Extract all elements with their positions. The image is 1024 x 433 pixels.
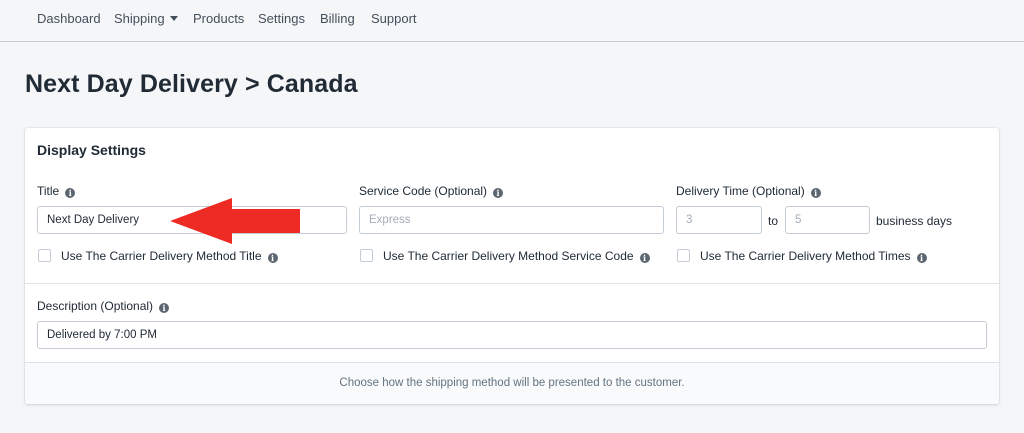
section-divider (25, 283, 999, 284)
nav-support[interactable]: Support (371, 11, 417, 26)
title-label: Title i (37, 184, 76, 198)
caret-down-icon (169, 16, 178, 21)
footer-help-text: Choose how the shipping method will be p… (339, 377, 685, 389)
card-footer: Choose how the shipping method will be p… (25, 362, 999, 404)
use-carrier-times-checkbox[interactable] (677, 249, 690, 262)
delivery-time-to-label: to (768, 214, 779, 228)
info-icon[interactable]: i (916, 253, 927, 263)
description-label-text: Description (Optional) (37, 299, 154, 313)
nav-products[interactable]: Products (193, 11, 244, 26)
business-days-label: business days (876, 214, 953, 228)
delivery-time-max-input[interactable]: 5 (785, 206, 870, 234)
delivery-time-min-input[interactable]: 3 (676, 206, 762, 234)
nav-shipping[interactable]: Shipping (114, 11, 178, 26)
service-code-label-text: Service Code (Optional) (359, 184, 488, 198)
use-carrier-times-label: Use The Carrier Delivery Method Times i (700, 249, 927, 263)
annotation-arrow-icon (170, 198, 300, 244)
use-carrier-service-code-checkbox[interactable] (360, 249, 373, 262)
use-carrier-title-label: Use The Carrier Delivery Method Title i (61, 249, 278, 263)
nav-dashboard[interactable]: Dashboard (37, 11, 101, 26)
nav-shipping-label: Shipping (114, 11, 165, 26)
display-settings-card: Display Settings Title i Next Day Deliver… (25, 128, 999, 404)
description-label: Description (Optional) i (37, 299, 170, 313)
info-icon[interactable]: i (267, 253, 278, 263)
info-icon[interactable]: i (639, 253, 650, 263)
service-code-label: Service Code (Optional) i (359, 184, 504, 198)
info-icon[interactable]: i (810, 188, 821, 198)
use-carrier-service-code-label: Use The Carrier Delivery Method Service … (383, 249, 650, 263)
info-icon[interactable]: i (493, 188, 504, 198)
title-label-text: Title (37, 184, 60, 198)
service-code-input[interactable]: Express (359, 206, 664, 234)
info-icon[interactable]: i (159, 303, 170, 313)
nav-settings[interactable]: Settings (258, 11, 305, 26)
description-input[interactable]: Delivered by 7:00 PM (37, 321, 987, 349)
card-title: Display Settings (37, 142, 146, 158)
page-title: Next Day Delivery > Canada (25, 70, 358, 98)
top-navigation: Dashboard Shipping Products Settings Bil… (0, 0, 1024, 42)
delivery-time-label-text: Delivery Time (Optional) (676, 184, 805, 198)
info-icon[interactable]: i (65, 188, 76, 198)
use-carrier-title-checkbox[interactable] (38, 249, 51, 262)
delivery-time-label: Delivery Time (Optional) i (676, 184, 821, 198)
nav-billing[interactable]: Billing (320, 11, 355, 26)
